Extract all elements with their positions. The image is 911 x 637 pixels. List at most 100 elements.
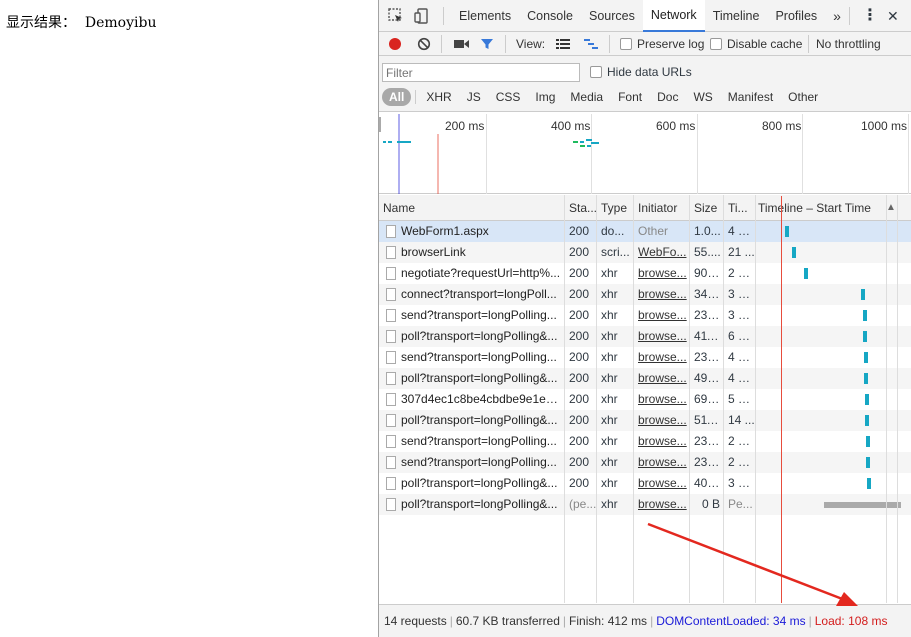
request-initiator[interactable]: browse...: [634, 263, 689, 284]
request-name[interactable]: send?transport=longPolling...: [397, 431, 563, 452]
type-filter-ws[interactable]: WS: [686, 88, 719, 106]
document-icon: [386, 309, 396, 322]
request-initiator[interactable]: WebFo...: [634, 242, 689, 263]
devtools-menu-icon[interactable]: ⋮: [862, 0, 878, 32]
type-filter-font[interactable]: Font: [611, 88, 649, 106]
request-row[interactable]: connect?transport=longPoll... 200 xhr brows…: [379, 284, 911, 305]
column-header-timeline[interactable]: Timeline – Start Time: [756, 195, 886, 221]
request-initiator[interactable]: browse...: [634, 326, 689, 347]
request-row[interactable]: poll?transport=longPolling&... (pe... xhr b…: [379, 494, 911, 515]
request-initiator[interactable]: browse...: [634, 452, 689, 473]
request-row[interactable]: send?transport=longPolling... 200 xhr brows…: [379, 305, 911, 326]
request-size: 341...: [694, 287, 723, 301]
type-filter-xhr[interactable]: XHR: [419, 88, 458, 106]
toolbar-separator: [849, 7, 850, 25]
record-icon[interactable]: [388, 37, 402, 51]
large-rows-icon[interactable]: [556, 38, 570, 50]
column-header-initiator[interactable]: Initiator: [634, 195, 690, 221]
disable-cache-checkbox[interactable]: Disable cache: [710, 32, 802, 56]
request-initiator[interactable]: browse...: [634, 389, 689, 410]
type-filter-img[interactable]: Img: [528, 88, 562, 106]
request-size: 411...: [694, 329, 723, 343]
tab-timeline[interactable]: Timeline: [705, 0, 768, 32]
request-row[interactable]: poll?transport=longPolling&... 200 xhr brow…: [379, 368, 911, 389]
request-name[interactable]: poll?transport=longPolling&...: [397, 410, 563, 431]
request-status: 200: [569, 392, 590, 406]
request-initiator[interactable]: browse...: [634, 284, 689, 305]
toolbar-separator: [609, 35, 610, 53]
column-header-status[interactable]: Sta...: [565, 195, 597, 221]
request-name[interactable]: send?transport=longPolling...: [397, 305, 563, 326]
request-row[interactable]: 307d4ec1c8be4cbdbe9e1eef... 200 xhr browse.…: [379, 389, 911, 410]
inspect-element-icon[interactable]: [387, 7, 405, 25]
tab-console[interactable]: Console: [519, 0, 581, 32]
request-type: xhr: [601, 308, 618, 322]
request-row[interactable]: send?transport=longPolling... 200 xhr brows…: [379, 452, 911, 473]
request-status: 200: [569, 224, 590, 238]
request-size: 690...: [694, 392, 723, 406]
request-row[interactable]: send?transport=longPolling... 200 xhr brows…: [379, 431, 911, 452]
checkbox-box[interactable]: [590, 66, 602, 78]
request-initiator[interactable]: browse...: [634, 473, 689, 494]
request-name[interactable]: poll?transport=longPolling&...: [397, 473, 563, 494]
clear-icon[interactable]: [417, 37, 431, 51]
column-header-size[interactable]: Size: [690, 195, 724, 221]
document-icon: [386, 477, 396, 490]
request-row[interactable]: send?transport=longPolling... 200 xhr brows…: [379, 347, 911, 368]
request-name[interactable]: poll?transport=longPolling&...: [397, 494, 563, 515]
type-filter-manifest[interactable]: Manifest: [721, 88, 780, 106]
tab-network[interactable]: Network: [642, 0, 705, 32]
request-initiator[interactable]: browse...: [634, 347, 689, 368]
request-name[interactable]: poll?transport=longPolling&...: [397, 368, 563, 389]
request-name[interactable]: browserLink: [397, 242, 563, 263]
preserve-log-checkbox[interactable]: Preserve log: [620, 32, 704, 56]
checkbox-box[interactable]: [710, 38, 722, 50]
request-initiator[interactable]: browse...: [634, 431, 689, 452]
filter-input[interactable]: [382, 63, 580, 82]
request-row[interactable]: poll?transport=longPolling&... 200 xhr brow…: [379, 326, 911, 347]
tab-sources[interactable]: Sources: [581, 0, 643, 32]
type-filter-media[interactable]: Media: [563, 88, 610, 106]
filter-icon[interactable]: [480, 37, 494, 51]
network-overview[interactable]: 200 ms 400 ms 600 ms 800 ms 1000 ms: [379, 114, 911, 194]
request-type: do...: [601, 224, 625, 238]
tab-profiles[interactable]: Profiles: [767, 0, 825, 32]
request-time: 2 m...: [728, 455, 755, 469]
device-mode-icon[interactable]: [413, 7, 431, 25]
request-name[interactable]: negotiate?requestUrl=http%...: [397, 263, 563, 284]
type-filter-all[interactable]: All: [382, 88, 412, 106]
throttling-select[interactable]: No throttling: [816, 32, 881, 56]
request-initiator[interactable]: browse...: [634, 368, 689, 389]
document-icon: [386, 267, 396, 280]
request-initiator[interactable]: browse...: [634, 494, 689, 515]
more-tabs-button[interactable]: »: [825, 0, 849, 32]
request-initiator[interactable]: browse...: [634, 410, 689, 431]
column-header-time[interactable]: Ti...: [724, 195, 756, 221]
close-devtools-icon[interactable]: ✕: [887, 0, 899, 32]
request-name[interactable]: 307d4ec1c8be4cbdbe9e1eef...: [397, 389, 563, 410]
request-row[interactable]: browserLink 200 scri... WebFo... 55.... 21 ..…: [379, 242, 911, 263]
request-row[interactable]: poll?transport=longPolling&... 200 xhr brow…: [379, 410, 911, 431]
request-status: (pe...: [569, 497, 597, 511]
column-header-name[interactable]: Name: [379, 195, 565, 221]
request-row[interactable]: negotiate?requestUrl=http%... 200 xhr brows…: [379, 263, 911, 284]
request-initiator: Other: [638, 224, 669, 238]
request-row[interactable]: poll?transport=longPolling&... 200 xhr brow…: [379, 473, 911, 494]
column-header-type[interactable]: Type: [597, 195, 634, 221]
type-filter-css[interactable]: CSS: [489, 88, 528, 106]
request-name[interactable]: send?transport=longPolling...: [397, 452, 563, 473]
type-filter-other[interactable]: Other: [781, 88, 825, 106]
request-name[interactable]: poll?transport=longPolling&...: [397, 326, 563, 347]
request-name[interactable]: connect?transport=longPoll...: [397, 284, 563, 305]
request-initiator[interactable]: browse...: [634, 305, 689, 326]
checkbox-box[interactable]: [620, 38, 632, 50]
overview-icon[interactable]: [584, 38, 598, 50]
request-name[interactable]: WebForm1.aspx: [397, 221, 563, 242]
type-filter-doc[interactable]: Doc: [650, 88, 685, 106]
tab-elements[interactable]: Elements: [451, 0, 519, 32]
request-row[interactable]: WebForm1.aspx 200 do... Other 1.0... 4 m...: [379, 221, 911, 242]
type-filter-js[interactable]: JS: [460, 88, 488, 106]
hide-data-urls-checkbox[interactable]: Hide data URLs: [590, 63, 692, 82]
capture-screenshots-icon[interactable]: [454, 38, 470, 50]
request-name[interactable]: send?transport=longPolling...: [397, 347, 563, 368]
